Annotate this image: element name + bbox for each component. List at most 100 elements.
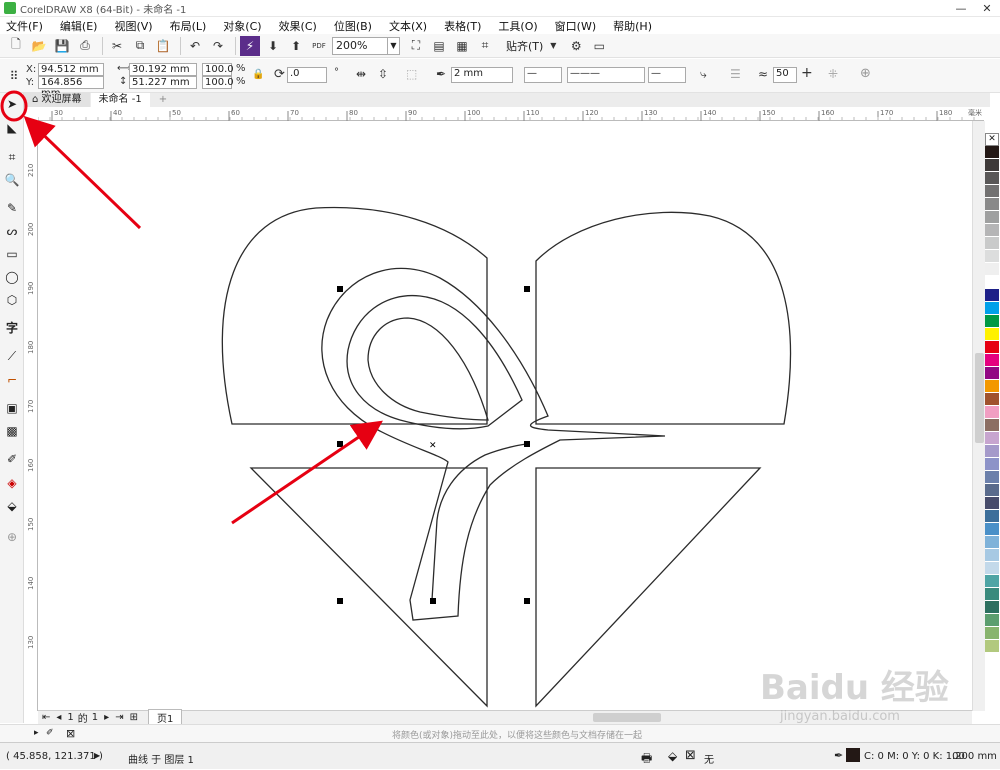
menu-item[interactable]: 位图(B) [334, 18, 372, 34]
interactive-fill-tool-icon[interactable]: ◈ [4, 475, 20, 491]
color-swatch[interactable] [985, 198, 999, 211]
close-button[interactable]: ✕ [974, 0, 1000, 17]
next-page-icon[interactable]: ▸ [104, 712, 109, 723]
drawing-canvas[interactable]: ✕ [38, 121, 972, 709]
menu-item[interactable]: 表格(T) [444, 18, 481, 34]
outline-color-swatch[interactable] [846, 748, 860, 762]
add-tool-icon[interactable]: ⊕ [4, 529, 20, 545]
color-swatch[interactable] [985, 484, 999, 497]
color-swatch[interactable] [985, 276, 999, 289]
color-swatch[interactable] [985, 419, 999, 432]
vertical-scroll-thumb[interactable] [975, 353, 984, 443]
color-swatch[interactable] [985, 406, 999, 419]
lock-ratio-icon[interactable]: 🔒 [252, 69, 264, 80]
color-swatch[interactable] [985, 523, 999, 536]
x-position-field[interactable]: 94.512 mm [38, 63, 104, 76]
width-field[interactable]: 30.192 mm [129, 63, 197, 76]
ellipse-tool-icon[interactable]: ◯ [4, 269, 20, 285]
color-swatch[interactable] [985, 497, 999, 510]
color-swatch[interactable] [985, 172, 999, 185]
color-swatch[interactable] [985, 367, 999, 380]
undo-icon[interactable]: ↶ [185, 36, 205, 56]
scale-y-field[interactable]: 100.0 [202, 76, 234, 89]
menu-item[interactable]: 文件(F) [6, 18, 43, 34]
eyedropper-tool-icon[interactable]: ✐ [4, 451, 20, 467]
color-swatch[interactable] [985, 432, 999, 445]
save-icon[interactable]: 💾 [52, 36, 72, 56]
color-swatch[interactable] [985, 445, 999, 458]
start-arrowhead-select[interactable]: — [524, 67, 562, 83]
mirror-horizontal-icon[interactable]: ⇹ [356, 67, 366, 81]
end-arrowhead-select[interactable]: — [648, 67, 686, 83]
color-swatch[interactable] [985, 250, 999, 263]
color-swatch[interactable] [985, 159, 999, 172]
color-swatch[interactable] [985, 458, 999, 471]
line-style-select[interactable]: ——— [567, 67, 645, 83]
rulers-icon[interactable]: ▤ [429, 36, 449, 56]
color-swatch[interactable] [985, 211, 999, 224]
color-swatch[interactable] [985, 328, 999, 341]
first-page-icon[interactable]: ⇤ [42, 712, 50, 723]
polygon-tool-icon[interactable]: ⬡ [4, 292, 20, 308]
search-content-icon[interactable]: ⚡ [240, 35, 260, 56]
add-icon[interactable]: ⊕ [860, 66, 871, 81]
import-icon[interactable]: ⬇ [263, 36, 283, 56]
drop-shadow-tool-icon[interactable]: ▣ [4, 400, 20, 416]
new-tab-button[interactable]: + [151, 93, 175, 107]
rotation-field[interactable]: .0 [287, 67, 327, 83]
menu-item[interactable]: 效果(C) [279, 18, 317, 34]
chevron-down-icon[interactable]: ▼ [543, 36, 563, 56]
menu-item[interactable]: 视图(V) [114, 18, 152, 34]
cut-icon[interactable]: ✂ [107, 36, 127, 56]
color-swatch[interactable] [985, 289, 999, 302]
color-swatch[interactable] [985, 510, 999, 523]
palette-menu-icon[interactable]: ▸ [34, 728, 39, 738]
menu-item[interactable]: 帮助(H) [613, 18, 652, 34]
horizontal-scroll-thumb[interactable] [593, 713, 661, 722]
new-document-icon[interactable]: 🗋 [6, 36, 26, 56]
y-position-field[interactable]: 164.856 mm [38, 76, 104, 99]
color-swatch[interactable] [985, 549, 999, 562]
shape-tool-options-icon[interactable]: ⬚ [406, 67, 417, 81]
zoom-tool-icon[interactable]: 🔍 [4, 172, 20, 188]
no-color-swatch[interactable]: ✕ [985, 133, 999, 146]
transparency-tool-icon[interactable]: ▩ [4, 423, 20, 439]
text-tool-icon[interactable]: 字 [4, 319, 20, 335]
menu-item[interactable]: 编辑(E) [60, 18, 98, 34]
color-swatch[interactable] [985, 341, 999, 354]
color-swatch[interactable] [985, 640, 999, 653]
smoothing-plus-icon[interactable]: + [801, 65, 813, 81]
guidelines-icon[interactable]: ⌗ [475, 36, 495, 56]
tab-welcome-screen[interactable]: ⌂ 欢迎屏幕 [24, 93, 90, 107]
close-curve-icon[interactable]: ⤷ [700, 67, 707, 82]
zoom-level-select[interactable]: 200% ▼ [332, 36, 400, 55]
last-page-icon[interactable]: ⇥ [115, 712, 123, 723]
snap-to-menu[interactable]: 贴齐(T) [506, 38, 543, 54]
minimize-button[interactable]: — [948, 0, 974, 17]
tab-untitled-1[interactable]: 未命名 -1 [90, 93, 150, 107]
menu-item[interactable]: 工具(O) [498, 18, 537, 34]
open-icon[interactable]: 📂 [29, 36, 49, 56]
color-swatch[interactable] [985, 562, 999, 575]
parallel-dimension-tool-icon[interactable]: ⟋ [4, 348, 20, 364]
color-swatch[interactable] [985, 393, 999, 406]
color-swatch[interactable] [985, 588, 999, 601]
scale-x-field[interactable]: 100.0 [202, 63, 234, 76]
color-swatch[interactable] [985, 315, 999, 328]
print-icon[interactable]: ⎙ [75, 36, 95, 56]
color-swatch[interactable] [985, 536, 999, 549]
paste-icon[interactable]: 📋 [153, 36, 173, 56]
color-swatch[interactable] [985, 627, 999, 640]
smoothing-field[interactable]: 50 [773, 67, 797, 83]
horizontal-ruler[interactable]: 30 40 50 60 70 80 90 100 110 120 130 140 150 160 170 18… [37, 107, 984, 121]
menu-item[interactable]: 布局(L) [170, 18, 207, 34]
object-origin-icon[interactable]: ⠿ [4, 66, 24, 86]
copy-icon[interactable]: ⧉ [130, 36, 150, 56]
artistic-media-tool-icon[interactable]: ᔕ [4, 223, 20, 239]
grid-icon[interactable]: ▦ [452, 36, 472, 56]
previous-page-icon[interactable]: ◂ [56, 712, 61, 723]
rectangle-tool-icon[interactable]: ▭ [4, 246, 20, 262]
color-swatch[interactable] [985, 224, 999, 237]
pick-tool-icon[interactable]: ➤ [4, 96, 20, 112]
no-color-icon[interactable]: ⊠ [66, 727, 75, 740]
